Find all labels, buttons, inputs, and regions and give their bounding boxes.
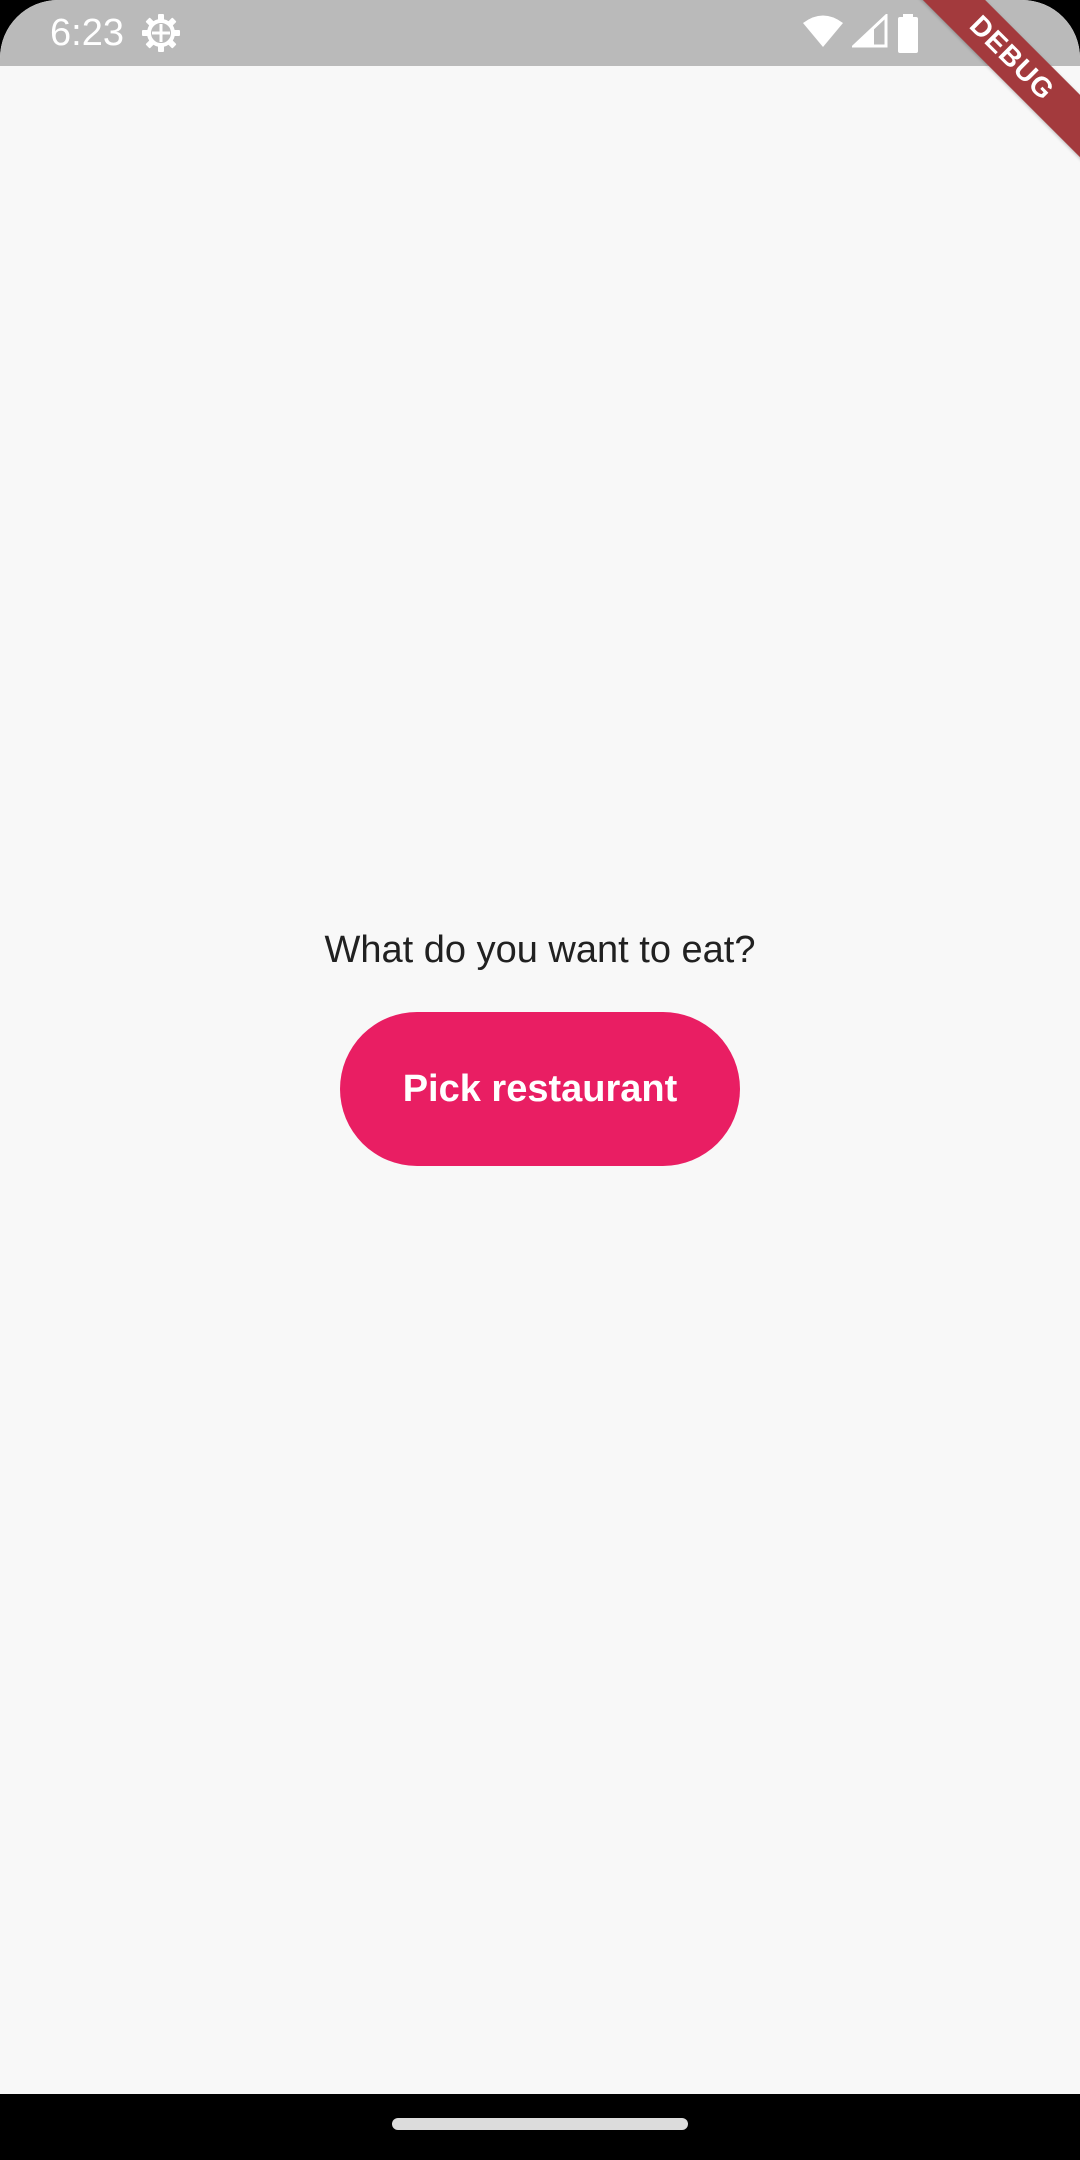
status-time: 6:23 [50,12,124,54]
navigation-bar [0,2094,1080,2160]
gear-icon [140,12,182,54]
home-gesture-pill[interactable] [392,2118,688,2130]
app-screen: 6:23 DEBUG What do you want to eat? Pick… [0,0,1080,2160]
pick-restaurant-button[interactable]: Pick restaurant [340,1012,740,1166]
status-bar: 6:23 [0,0,1080,66]
prompt-text: What do you want to eat? [324,929,756,971]
